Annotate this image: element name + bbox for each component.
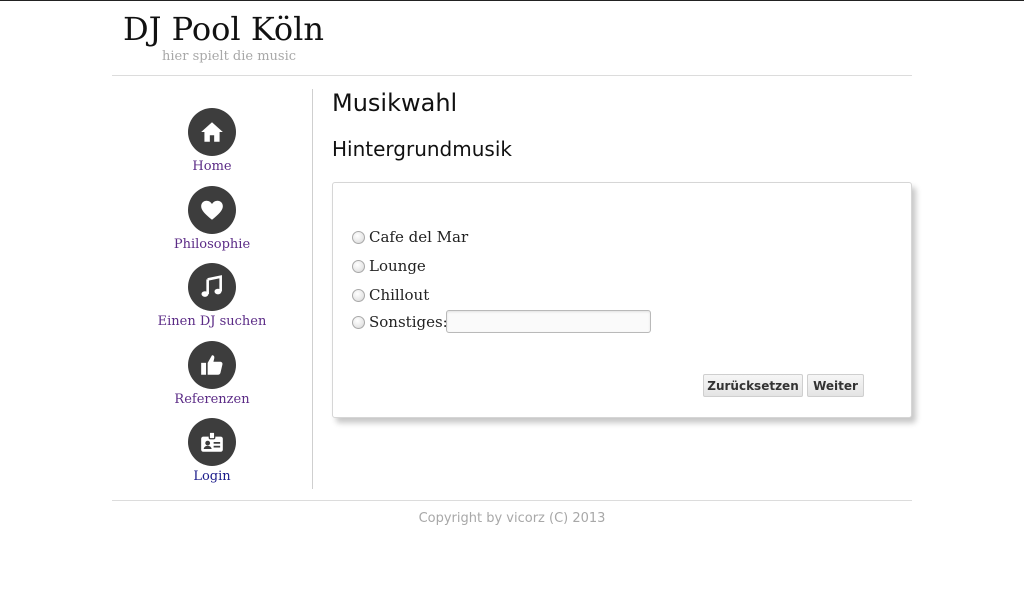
- option-lounge[interactable]: Lounge: [352, 256, 426, 276]
- nav-label-philosophie[interactable]: Philosophie: [112, 237, 312, 252]
- option-label-cafe-del-mar[interactable]: Cafe del Mar: [369, 228, 468, 246]
- nav-item-home[interactable]: Home: [112, 108, 312, 174]
- option-label-chillout[interactable]: Chillout: [369, 286, 429, 304]
- option-chillout[interactable]: Chillout: [352, 285, 429, 305]
- option-sonstiges[interactable]: Sonstiges:: [352, 312, 448, 332]
- radio-sonstiges[interactable]: [352, 315, 365, 329]
- nav-label-home[interactable]: Home: [112, 159, 312, 174]
- option-label-lounge[interactable]: Lounge: [369, 257, 426, 275]
- id-badge-icon[interactable]: [188, 418, 236, 466]
- music-note-icon[interactable]: [188, 263, 236, 311]
- heart-icon[interactable]: [188, 186, 236, 234]
- sidebar-divider: [312, 89, 313, 489]
- header-divider: [112, 75, 912, 76]
- nav-item-login[interactable]: Login: [112, 418, 312, 484]
- nav-label-dj-suchen[interactable]: Einen DJ suchen: [112, 314, 312, 329]
- other-music-input[interactable]: [446, 310, 651, 333]
- home-icon[interactable]: [188, 108, 236, 156]
- site-title: DJ Pool Köln: [123, 10, 324, 48]
- radio-cafe-del-mar[interactable]: [352, 230, 365, 244]
- site-tagline: hier spielt die music: [162, 49, 297, 64]
- reset-button[interactable]: Zurücksetzen: [703, 374, 803, 397]
- thumbs-up-icon[interactable]: [188, 341, 236, 389]
- page-title: Musikwahl: [332, 89, 458, 117]
- nav-label-login[interactable]: Login: [112, 469, 312, 484]
- nav-item-referenzen[interactable]: Referenzen: [112, 341, 312, 407]
- next-button[interactable]: Weiter: [807, 374, 864, 397]
- nav-item-philosophie[interactable]: Philosophie: [112, 186, 312, 252]
- radio-lounge[interactable]: [352, 259, 365, 273]
- footer-divider: [112, 500, 912, 501]
- option-cafe-del-mar[interactable]: Cafe del Mar: [352, 227, 468, 247]
- radio-chillout[interactable]: [352, 288, 365, 302]
- section-title: Hintergrundmusik: [332, 137, 512, 161]
- copyright-text: Copyright by vicorz (C) 2013: [418, 511, 606, 526]
- option-label-sonstiges[interactable]: Sonstiges:: [369, 313, 448, 331]
- music-choice-panel: Cafe del Mar Lounge Chillout Sonstiges: …: [332, 182, 912, 418]
- nav-label-referenzen[interactable]: Referenzen: [112, 392, 312, 407]
- nav-item-dj-suchen[interactable]: Einen DJ suchen: [112, 263, 312, 329]
